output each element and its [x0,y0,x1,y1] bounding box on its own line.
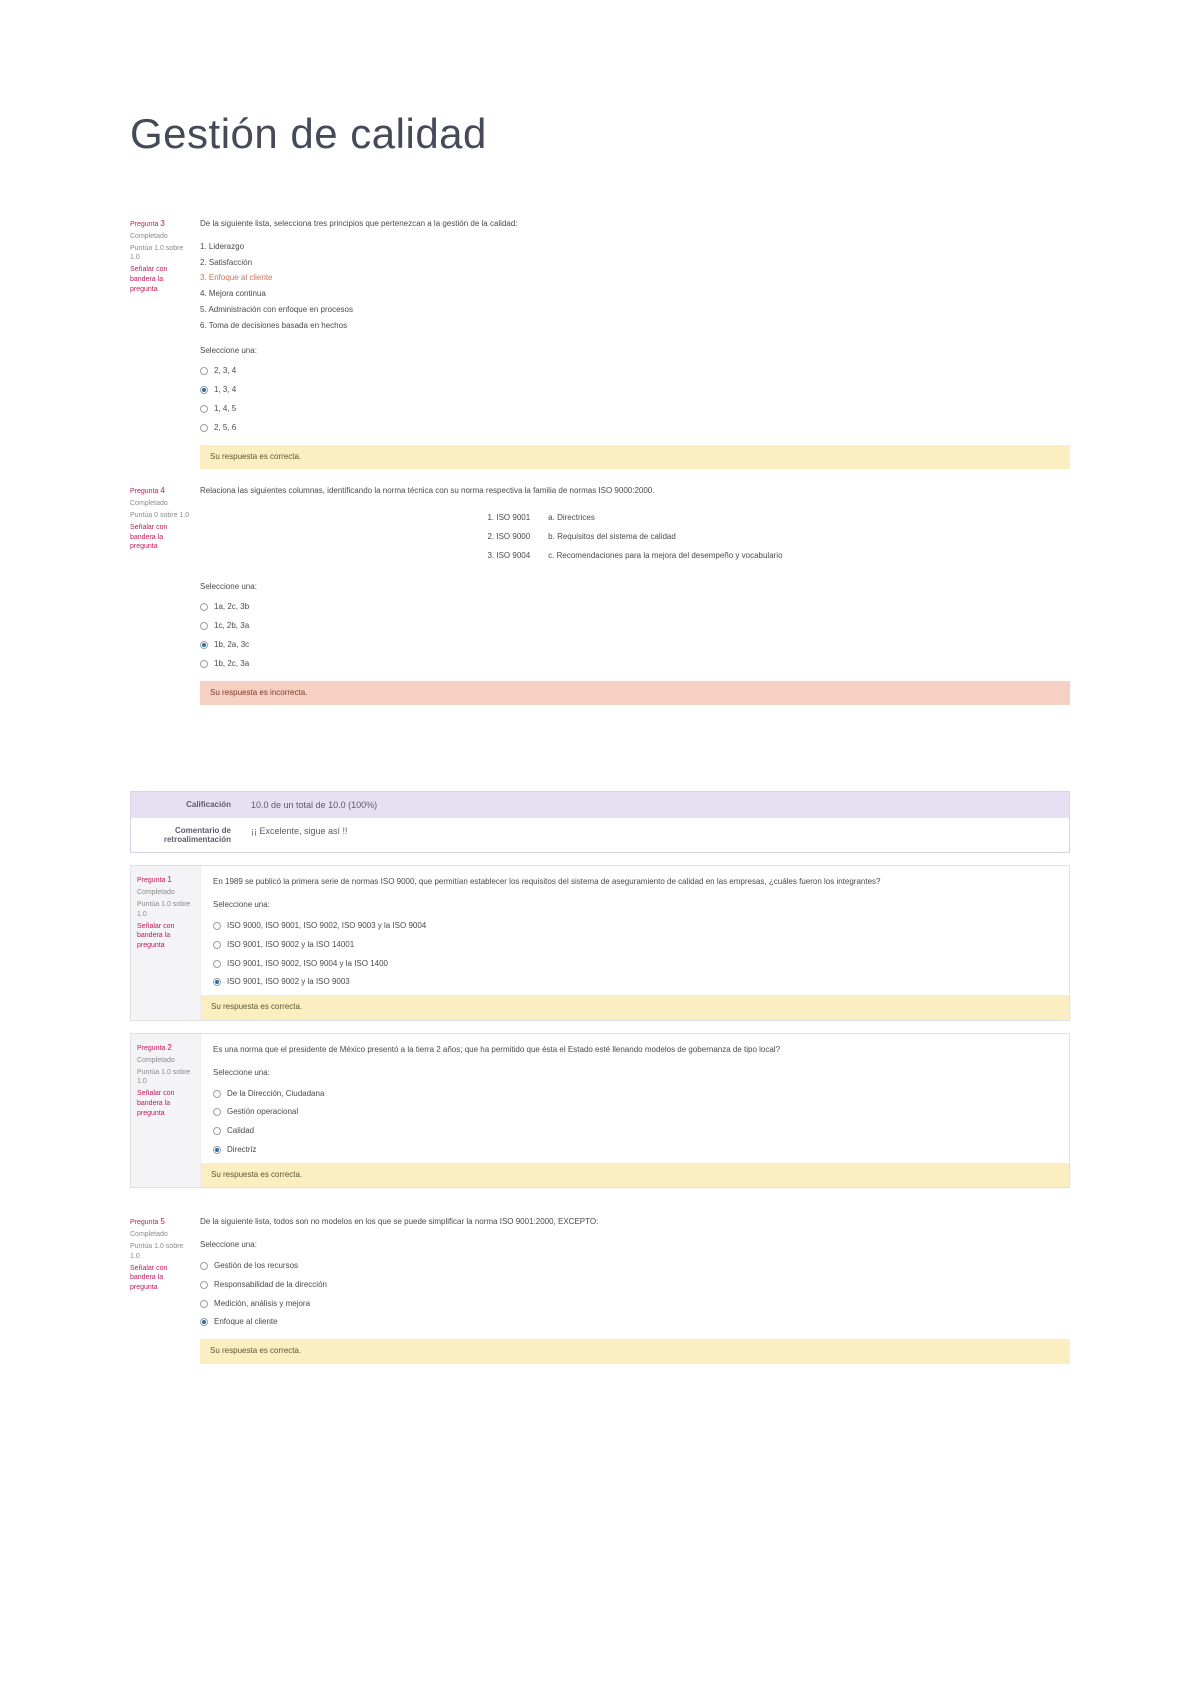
feedback-correct: Su respuesta es correcta. [200,445,1070,470]
list-item: 3. Enfoque al cliente [200,272,1070,285]
select-one-prompt: Seleccione una: [213,899,1057,912]
radio-option[interactable] [213,978,221,986]
radio-option[interactable] [213,1146,221,1154]
radio-option[interactable] [200,386,208,394]
question-1: Pregunta 1 Completado Puntúa 1.0 sobre 1… [130,865,1070,1021]
radio-option[interactable] [213,1108,221,1116]
list-item: 2. Satisfacción [200,257,1070,270]
select-one-prompt: Seleccione una: [200,1239,1070,1252]
question-5: Pregunta 5 Completado Puntúa 1.0 sobre 1… [130,1216,1070,1364]
question-4: Pregunta 4 Completado Puntúa 0 sobre 1.0… [130,485,1070,705]
question-info-sidebar: Pregunta 1 Completado Puntúa 1.0 sobre 1… [131,866,201,1020]
radio-option[interactable] [200,424,208,432]
flag-link[interactable]: Señalar con bandera la pregunta [137,1089,194,1118]
radio-option[interactable] [200,622,208,630]
question-stem: De la siguiente lista, todos son no mode… [200,1216,1070,1229]
question-3: Pregunta 3 Completado Puntúa 1.0 sobre 1… [130,218,1070,469]
radio-option[interactable] [200,1318,208,1326]
grade-summary: Calificación 10.0 de un total de 10.0 (1… [130,791,1070,853]
flag-link[interactable]: Señalar con bandera la pregunta [130,1264,192,1293]
radio-option[interactable] [213,941,221,949]
radio-option[interactable] [200,405,208,413]
radio-option[interactable] [200,641,208,649]
radio-option[interactable] [200,1281,208,1289]
feedback-correct: Su respuesta es correcta. [200,1339,1070,1364]
list-item: 5. Administración con enfoque en proceso… [200,304,1070,317]
list-item: 1. Liderazgo [200,241,1070,254]
flag-link[interactable]: Señalar con bandera la pregunta [130,523,192,552]
radio-option[interactable] [213,922,221,930]
feedback-incorrect: Su respuesta es incorrecta. [200,681,1070,706]
radio-option[interactable] [213,960,221,968]
select-one-prompt: Seleccione una: [213,1067,1057,1080]
question-stem: En 1989 se publicó la primera serie de n… [213,876,1057,889]
question-info-sidebar: Pregunta 3 Completado Puntúa 1.0 sobre 1… [130,218,200,469]
page-title: Gestión de calidad [130,110,1070,158]
select-one-prompt: Seleccione una: [200,345,1070,358]
feedback-correct: Su respuesta es correcta. [201,1163,1069,1188]
feedback-correct: Su respuesta es correcta. [201,995,1069,1020]
radio-option[interactable] [200,1262,208,1270]
flag-link[interactable]: Señalar con bandera la pregunta [137,922,194,951]
radio-option[interactable] [200,1300,208,1308]
flag-link[interactable]: Señalar con bandera la pregunta [130,265,192,294]
match-table: 1. ISO 9001a. Directrices 2. ISO 9000b. … [477,508,792,566]
radio-option[interactable] [213,1090,221,1098]
question-2: Pregunta 2 Completado Puntúa 1.0 sobre 1… [130,1033,1070,1189]
radio-option[interactable] [200,603,208,611]
question-info-sidebar: Pregunta 5 Completado Puntúa 1.0 sobre 1… [130,1216,200,1364]
radio-option[interactable] [200,367,208,375]
list-item: 4. Mejora continua [200,288,1070,301]
select-one-prompt: Seleccione una: [200,581,1070,594]
list-item: 6. Toma de decisiones basada en hechos [200,320,1070,333]
question-stem: Es una norma que el presidente de México… [213,1044,1057,1057]
question-stem: Relaciona las siguientes columnas, ident… [200,485,1070,498]
radio-option[interactable] [213,1127,221,1135]
question-info-sidebar: Pregunta 4 Completado Puntúa 0 sobre 1.0… [130,485,200,705]
question-info-sidebar: Pregunta 2 Completado Puntúa 1.0 sobre 1… [131,1034,201,1188]
radio-option[interactable] [200,660,208,668]
question-stem: De la siguiente lista, selecciona tres p… [200,218,1070,231]
